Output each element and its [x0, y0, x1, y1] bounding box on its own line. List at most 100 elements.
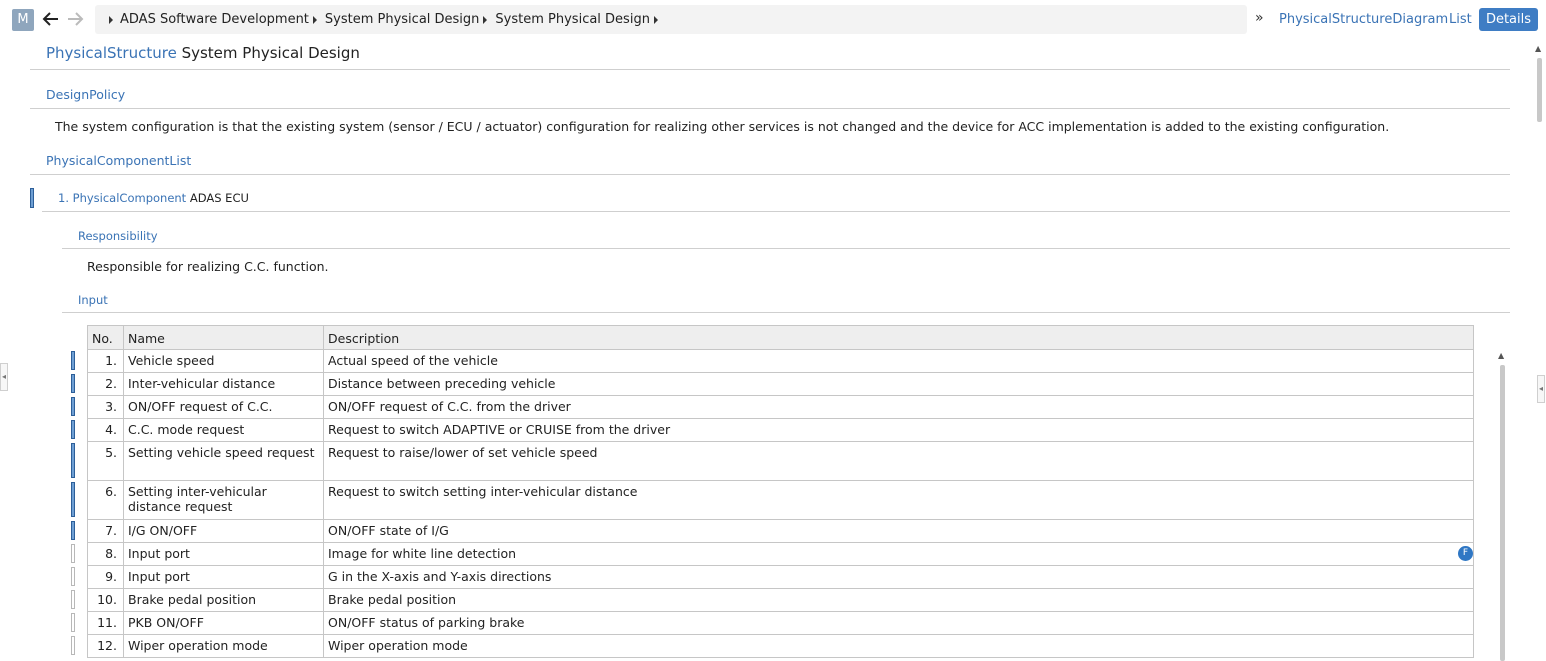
row-name: I/G ON/OFF: [123, 519, 324, 543]
breadcrumb-item[interactable]: System Physical Design: [495, 12, 650, 27]
table-header-row: No. Name Description: [87, 325, 1474, 350]
diagram-link[interactable]: PhysicalStructureDiagram: [1279, 12, 1448, 27]
row-name: Setting vehicle speed request: [123, 441, 324, 481]
row-description: Actual speed of the vehicle: [323, 349, 1474, 373]
row-number: 3.: [87, 395, 124, 419]
responsibility-label: Responsibility: [78, 229, 158, 243]
row-description: Request to switch setting inter-vehicula…: [323, 480, 1474, 520]
column-header-no: No.: [87, 325, 124, 350]
breadcrumb-item[interactable]: ADAS Software Development: [120, 12, 309, 27]
back-arrow-icon[interactable]: [40, 8, 62, 30]
scrollbar-thumb[interactable]: [1537, 58, 1542, 122]
row-number: 2.: [87, 372, 124, 396]
row-selection-marker[interactable]: [71, 443, 75, 478]
input-label: Input: [78, 293, 108, 307]
table-row[interactable]: 1. Vehicle speed Actual speed of the vehic…: [87, 349, 1474, 373]
row-description: Image for white line detection: [323, 542, 1474, 566]
row-selection-marker[interactable]: [71, 613, 75, 632]
divider: [30, 174, 1510, 175]
row-description: Request to raise/lower of set vehicle sp…: [323, 441, 1474, 481]
row-description: ON/OFF status of parking brake: [323, 611, 1474, 635]
row-description: Wiper operation mode: [323, 634, 1474, 658]
component-selection-marker[interactable]: [30, 188, 34, 208]
scroll-up-icon[interactable]: ▲: [1535, 44, 1541, 53]
row-number: 1.: [87, 349, 124, 373]
row-selection-marker[interactable]: [71, 636, 75, 655]
f-badge-icon[interactable]: F: [1458, 546, 1473, 561]
table-row[interactable]: 4. C.C. mode request Request to switch ADA…: [87, 418, 1474, 442]
table-row[interactable]: 5. Setting vehicle speed request Request t…: [87, 441, 1474, 481]
row-selection-marker[interactable]: [71, 397, 75, 416]
row-selection-marker[interactable]: [71, 482, 75, 517]
row-number: 12.: [87, 634, 124, 658]
row-number: 9.: [87, 565, 124, 589]
row-selection-marker[interactable]: [71, 590, 75, 609]
row-number: 4.: [87, 418, 124, 442]
row-description: Request to switch ADAPTIVE or CRUISE fro…: [323, 418, 1474, 442]
row-name: Vehicle speed: [123, 349, 324, 373]
row-selection-marker[interactable]: [71, 351, 75, 370]
row-name: ON/OFF request of C.C.: [123, 395, 324, 419]
row-number: 10.: [87, 588, 124, 612]
breadcrumb: ADAS Software Development System Physica…: [95, 5, 1247, 34]
divider: [30, 108, 1510, 109]
table-row[interactable]: 3. ON/OFF request of C.C. ON/OFF request o…: [87, 395, 1474, 419]
row-name: Wiper operation mode: [123, 634, 324, 658]
row-description: G in the X-axis and Y-axis directions: [323, 565, 1474, 589]
page-scrollbar[interactable]: ▲: [1535, 44, 1543, 661]
scroll-up-icon[interactable]: ▲: [1498, 351, 1504, 360]
table-row[interactable]: 9. Input port G in the X-axis and Y-axis d…: [87, 565, 1474, 589]
row-selection-marker[interactable]: [71, 521, 75, 540]
table-row[interactable]: 8. Input port Image for white line detecti…: [87, 542, 1474, 566]
divider: [30, 69, 1510, 70]
row-number: 11.: [87, 611, 124, 635]
row-name: Brake pedal position: [123, 588, 324, 612]
column-header-name: Name: [123, 325, 324, 350]
row-name: Input port: [123, 542, 324, 566]
breadcrumb-caret-icon: [109, 15, 113, 24]
breadcrumb-item[interactable]: System Physical Design: [325, 12, 480, 27]
page-title: PhysicalStructure System Physical Design: [46, 44, 360, 62]
column-header-description: Description: [323, 325, 1474, 350]
row-description: ON/OFF request of C.C. from the driver: [323, 395, 1474, 419]
row-number: 6.: [87, 480, 124, 520]
row-number: 5.: [87, 441, 124, 481]
table-row[interactable]: 7. I/G ON/OFF ON/OFF state of I/G: [87, 519, 1474, 543]
row-selection-marker[interactable]: [71, 567, 75, 586]
row-name: Input port: [123, 565, 324, 589]
row-description: Brake pedal position: [323, 588, 1474, 612]
row-description: Distance between preceding vehicle: [323, 372, 1474, 396]
right-panel-toggle-icon[interactable]: ◂: [1537, 375, 1545, 403]
divider: [62, 312, 1510, 313]
table-scrollbar[interactable]: ▲: [1497, 351, 1507, 661]
scrollbar-thumb[interactable]: [1500, 365, 1505, 661]
row-name: Inter-vehicular distance: [123, 372, 324, 396]
left-panel-toggle-icon[interactable]: ◂: [0, 363, 8, 391]
component-kind-link[interactable]: PhysicalComponent: [73, 191, 187, 205]
menu-button[interactable]: M: [12, 9, 34, 31]
page-kind-link[interactable]: PhysicalStructure: [46, 44, 177, 62]
input-table: No. Name Description 1. Vehicle speed Actu…: [87, 325, 1474, 658]
row-name: Setting inter-vehicular distance request: [123, 480, 324, 520]
row-selection-marker[interactable]: [71, 544, 75, 563]
table-row[interactable]: 10. Brake pedal position Brake pedal posit…: [87, 588, 1474, 612]
divider: [42, 211, 1510, 212]
page-title-text: System Physical Design: [181, 44, 360, 62]
row-number: 7.: [87, 519, 124, 543]
forward-arrow-icon[interactable]: [64, 8, 86, 30]
component-list-label: PhysicalComponentList: [46, 153, 192, 168]
table-row[interactable]: 11. PKB ON/OFF ON/OFF status of parking br…: [87, 611, 1474, 635]
table-row[interactable]: 2. Inter-vehicular distance Distance betwe…: [87, 372, 1474, 396]
list-link[interactable]: List: [1449, 12, 1472, 27]
row-number: 8.: [87, 542, 124, 566]
row-selection-marker[interactable]: [71, 374, 75, 393]
overflow-menu-icon[interactable]: »: [1255, 10, 1264, 26]
component-name: ADAS ECU: [189, 191, 249, 205]
row-name: PKB ON/OFF: [123, 611, 324, 635]
table-row[interactable]: 6. Setting inter-vehicular distance reque…: [87, 480, 1474, 520]
breadcrumb-caret-icon[interactable]: [653, 15, 658, 24]
details-button[interactable]: Details: [1479, 8, 1538, 31]
table-row[interactable]: 12. Wiper operation mode Wiper operation m…: [87, 634, 1474, 658]
component-index: 1.: [58, 191, 69, 205]
row-selection-marker[interactable]: [71, 420, 75, 439]
